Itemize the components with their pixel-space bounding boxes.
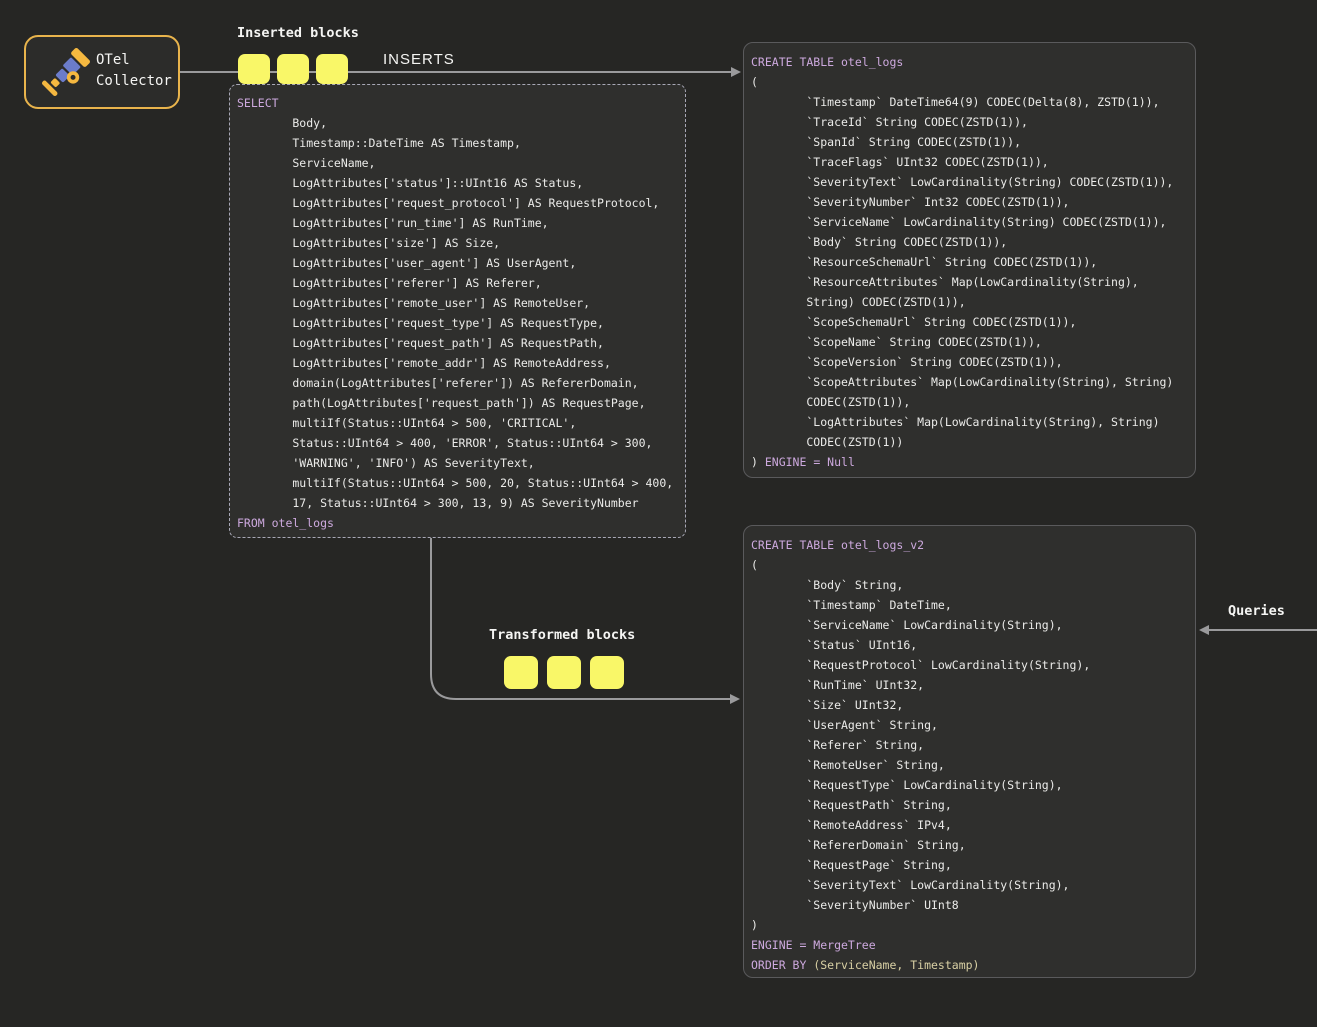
code-line: `TraceFlags` UInt32 CODEC(ZSTD(1)), [751,152,1191,172]
transformed-blocks-label: Transformed blocks [489,627,635,643]
code-line: `ScopeSchemaUrl` String CODEC(ZSTD(1)), [751,312,1191,332]
code-line: `SeverityNumber` UInt8 [751,895,1191,915]
code-line: ( [751,72,1191,92]
data-block [547,656,581,689]
code-line: LogAttributes['user_agent'] AS UserAgent… [237,253,681,273]
code-line: CREATE TABLE otel_logs [751,52,1191,72]
inserted-blocks-label: Inserted blocks [237,25,359,41]
code-line: 'WARNING', 'INFO') AS SeverityText, [237,453,681,473]
code-line: `Size` UInt32, [751,695,1191,715]
code-line: CODEC(ZSTD(1)) [751,432,1191,452]
code-line: CREATE TABLE otel_logs_v2 [751,535,1191,555]
code-line: LogAttributes['request_protocol'] AS Req… [237,193,681,213]
code-line: `ScopeAttributes` Map(LowCardinality(Str… [751,372,1191,392]
code-line: multiIf(Status::UInt64 > 500, 20, Status… [237,473,681,493]
transformed-blocks-group [504,656,624,689]
code-line: `SeverityText` LowCardinality(String) CO… [751,172,1191,192]
code-line: `Timestamp` DateTime64(9) CODEC(Delta(8)… [751,92,1191,112]
code-line: `ResourceSchemaUrl` String CODEC(ZSTD(1)… [751,252,1191,272]
code-line: `Body` String, [751,575,1191,595]
code-line: ServiceName, [237,153,681,173]
code-line: `UserAgent` String, [751,715,1191,735]
code-line: CODEC(ZSTD(1)), [751,392,1191,412]
telescope-icon [40,46,92,98]
create-table-otel-logs-code: CREATE TABLE otel_logs( `Timestamp` Date… [744,43,1195,472]
code-line: `RequestProtocol` LowCardinality(String)… [751,655,1191,675]
code-line: ) ENGINE = Null [751,452,1191,472]
select-query-code: SELECT Body, Timestamp::DateTime AS Time… [230,85,685,533]
code-line: 17, Status::UInt64 > 300, 13, 9) AS Seve… [237,493,681,513]
code-line: `Body` String CODEC(ZSTD(1)), [751,232,1191,252]
code-line: ORDER BY (ServiceName, Timestamp) [751,955,1191,975]
code-line: `ResourceAttributes` Map(LowCardinality(… [751,272,1191,292]
otel-collector-node: OTel Collector [24,35,180,109]
otel-collector-label-line2: Collector [96,71,172,92]
data-block [504,656,538,689]
code-line: LogAttributes['run_time'] AS RunTime, [237,213,681,233]
code-line: `Timestamp` DateTime, [751,595,1191,615]
code-line: `RemoteUser` String, [751,755,1191,775]
code-line: `ServiceName` LowCardinality(String) COD… [751,212,1191,232]
code-line: ENGINE = MergeTree [751,935,1191,955]
code-line: `RequestType` LowCardinality(String), [751,775,1191,795]
inserts-label: INSERTS [383,51,455,68]
code-line: `Status` UInt16, [751,635,1191,655]
data-block [316,54,348,84]
code-line: `LogAttributes` Map(LowCardinality(Strin… [751,412,1191,432]
code-line: LogAttributes['status']::UInt16 AS Statu… [237,173,681,193]
code-line: Timestamp::DateTime AS Timestamp, [237,133,681,153]
select-query-panel: SELECT Body, Timestamp::DateTime AS Time… [229,84,686,538]
code-line: `RemoteAddress` IPv4, [751,815,1191,835]
data-block [277,54,309,84]
code-line: multiIf(Status::UInt64 > 500, 'CRITICAL'… [237,413,681,433]
code-line: ( [751,555,1191,575]
code-line: `SeverityNumber` Int32 CODEC(ZSTD(1)), [751,192,1191,212]
queries-arrow [1199,625,1317,635]
code-line: `ServiceName` LowCardinality(String), [751,615,1191,635]
code-line: path(LogAttributes['request_path']) AS R… [237,393,681,413]
code-line: LogAttributes['referer'] AS Referer, [237,273,681,293]
data-block [590,656,624,689]
code-line: `RefererDomain` String, [751,835,1191,855]
code-line: LogAttributes['request_path'] AS Request… [237,333,681,353]
create-table-otel-logs-v2-panel: CREATE TABLE otel_logs_v2( `Body` String… [743,525,1196,978]
code-line: domain(LogAttributes['referer']) AS Refe… [237,373,681,393]
code-line: `RequestPath` String, [751,795,1191,815]
code-line: `ScopeName` String CODEC(ZSTD(1)), [751,332,1191,352]
diagram-canvas: SELECT Body, Timestamp::DateTime AS Time… [0,0,1317,1027]
code-line: ) [751,915,1191,935]
code-line: LogAttributes['size'] AS Size, [237,233,681,253]
code-line: `ScopeVersion` String CODEC(ZSTD(1)), [751,352,1191,372]
code-line: Status::UInt64 > 400, 'ERROR', Status::U… [237,433,681,453]
code-line: `RequestPage` String, [751,855,1191,875]
code-line: LogAttributes['request_type'] AS Request… [237,313,681,333]
code-line: String) CODEC(ZSTD(1)), [751,292,1191,312]
code-line: FROM otel_logs [237,513,681,533]
otel-collector-label-line1: OTel [96,50,172,71]
code-line: `SpanId` String CODEC(ZSTD(1)), [751,132,1191,152]
code-line: LogAttributes['remote_addr'] AS RemoteAd… [237,353,681,373]
code-line: Body, [237,113,681,133]
create-table-otel-logs-v2-code: CREATE TABLE otel_logs_v2( `Body` String… [744,526,1195,975]
code-line: `RunTime` UInt32, [751,675,1191,695]
code-line: LogAttributes['remote_user'] AS RemoteUs… [237,293,681,313]
code-line: `SeverityText` LowCardinality(String), [751,875,1191,895]
data-block [238,54,270,84]
queries-label: Queries [1228,603,1285,619]
code-line: SELECT [237,93,681,113]
code-line: `TraceId` String CODEC(ZSTD(1)), [751,112,1191,132]
create-table-otel-logs-panel: CREATE TABLE otel_logs( `Timestamp` Date… [743,42,1196,478]
code-line: `Referer` String, [751,735,1191,755]
inserted-blocks-group [238,54,348,84]
